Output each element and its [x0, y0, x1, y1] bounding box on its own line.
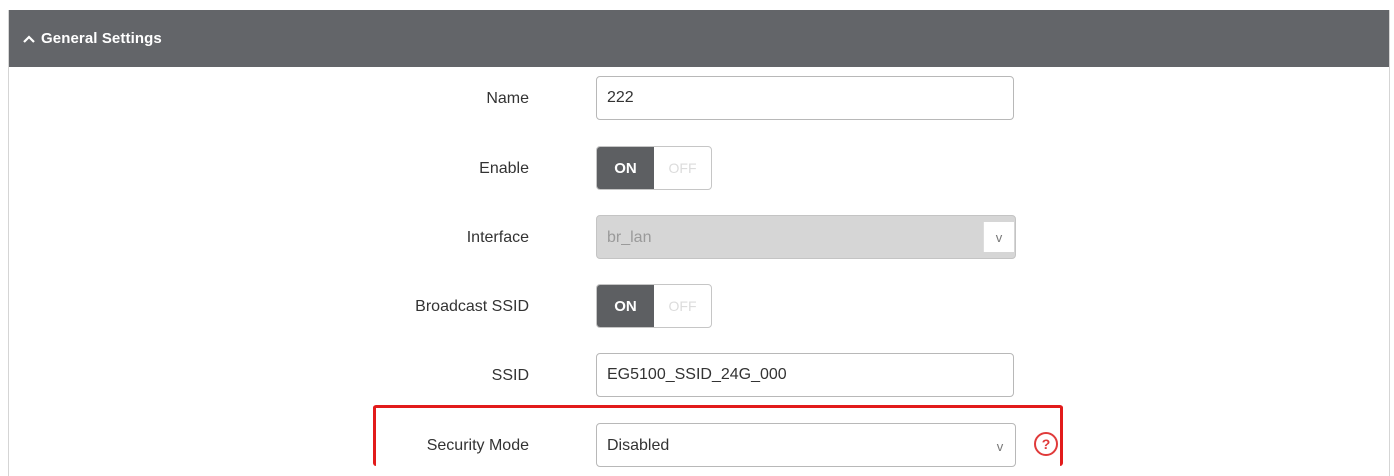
toggle-on-label: ON [597, 285, 654, 327]
section-title: General Settings [41, 30, 162, 47]
toggle-on-label: ON [597, 147, 654, 189]
ssid-label: SSID [491, 367, 529, 384]
enable-label: Enable [479, 160, 529, 177]
toggle-off-label: OFF [668, 160, 697, 176]
chevron-up-icon [21, 31, 37, 47]
highlight-box [373, 405, 1063, 466]
interface-value: br_lan [607, 229, 652, 246]
chevron-down-icon: v [983, 222, 1014, 252]
interface-label: Interface [466, 229, 529, 246]
broadcast-ssid-label: Broadcast SSID [415, 298, 529, 315]
interface-select: br_lan v [596, 215, 1016, 259]
interface-row: Interface br_lan v [9, 215, 1389, 261]
general-settings-header[interactable]: General Settings [9, 10, 1389, 67]
broadcast-ssid-row: Broadcast SSID ON OFF [9, 284, 1389, 330]
ssid-row: SSID [9, 353, 1389, 399]
name-row: Name [9, 76, 1389, 122]
enable-row: Enable ON OFF [9, 146, 1389, 192]
name-input[interactable] [596, 76, 1014, 120]
toggle-off-label: OFF [668, 298, 697, 314]
enable-toggle[interactable]: ON OFF [596, 146, 712, 190]
name-label: Name [486, 90, 529, 107]
ssid-input[interactable] [596, 353, 1014, 397]
broadcast-ssid-toggle[interactable]: ON OFF [596, 284, 712, 328]
